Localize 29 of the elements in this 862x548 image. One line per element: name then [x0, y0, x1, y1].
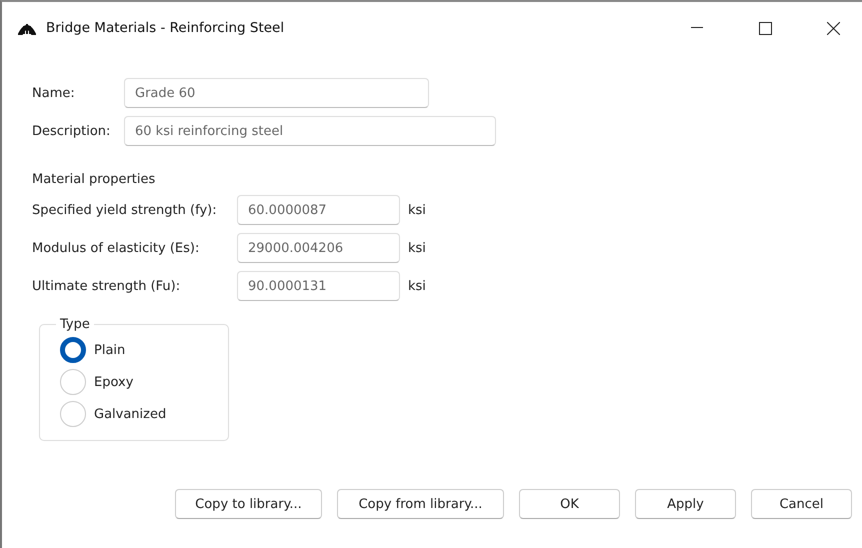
unit-label: ksi [408, 278, 426, 294]
name-field[interactable]: Grade 60 [124, 78, 429, 108]
group-legend: Type [56, 317, 94, 332]
description-field[interactable]: 60 ksi reinforcing steel [124, 116, 496, 146]
dialog-button[interactable]: OK [519, 489, 620, 519]
description-label: Description: [32, 124, 112, 138]
property-label: Ultimate strength (Fu): [32, 278, 182, 294]
window-title: Bridge Materials - Reinforcing Steel [46, 20, 286, 36]
option-label: Plain [94, 342, 126, 358]
radio-button[interactable] [60, 337, 86, 363]
option-label: Epoxy [94, 374, 134, 390]
dialog-button[interactable]: Apply [635, 489, 736, 519]
close-icon [826, 22, 840, 34]
dialog-button[interactable]: Copy from library... [337, 489, 504, 519]
unit-label: ksi [408, 202, 426, 218]
property-label: Modulus of elasticity (Es): [32, 240, 200, 256]
name-label: Name: [32, 86, 76, 100]
maximize-icon [758, 22, 772, 34]
section-heading: Material properties [32, 172, 156, 187]
unit-label: ksi [408, 240, 426, 256]
option-label: Galvanized [94, 406, 166, 422]
property-label: Specified yield strength (fy): [32, 202, 218, 218]
property-field[interactable]: 60.0000087 [237, 195, 400, 225]
property-field[interactable]: 90.0000131 [237, 271, 400, 301]
dialog-button[interactable]: Copy to library... [175, 489, 322, 519]
minimize-icon [691, 27, 703, 29]
bridge-icon [18, 21, 36, 35]
dialog-button[interactable]: Cancel [751, 489, 852, 519]
property-field[interactable]: 29000.004206 [237, 233, 400, 263]
